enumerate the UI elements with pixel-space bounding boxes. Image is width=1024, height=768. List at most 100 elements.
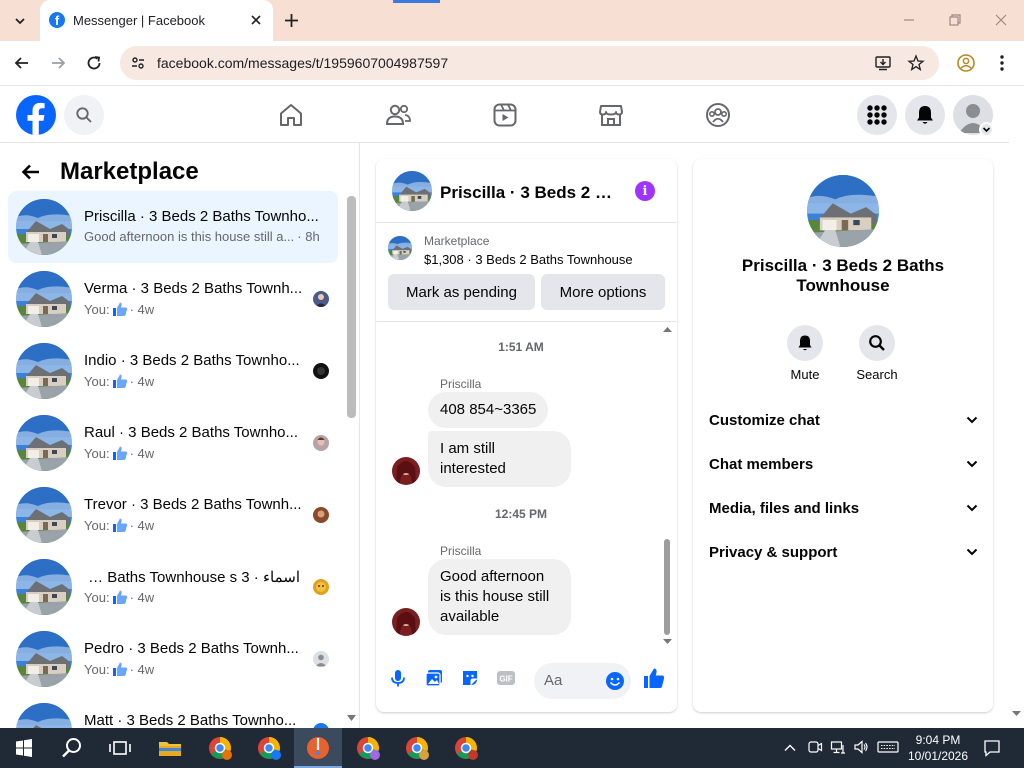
notification-center-icon[interactable] (983, 739, 1001, 757)
conversation-item-raul[interactable]: Raul · 3 Beds 2 Baths Townho... You: · 4… (8, 407, 338, 479)
chrome-profile-icon[interactable] (206, 734, 234, 762)
forward-arrow-icon[interactable] (48, 53, 68, 73)
volume-icon[interactable] (853, 739, 869, 755)
chrome-profile-icon[interactable] (403, 734, 431, 762)
search-action[interactable]: Search (849, 325, 905, 382)
chat-header[interactable]: Priscilla · 3 Beds 2 Ba... i (376, 159, 677, 223)
microphone-icon[interactable] (388, 668, 408, 688)
minimize-icon[interactable] (901, 12, 917, 28)
back-arrow-icon[interactable] (12, 53, 32, 73)
install-app-icon[interactable] (874, 54, 892, 72)
mute-action[interactable]: Mute (777, 325, 833, 382)
message-bubble[interactable]: I am still interested (428, 431, 571, 487)
conversation-preview: You: · 4w (84, 445, 154, 461)
close-tab-icon[interactable] (248, 12, 264, 28)
chat-listing-thumbnail (392, 171, 432, 211)
tray-chevron-up-icon[interactable] (783, 741, 797, 755)
conversation-info-icon[interactable]: i (635, 181, 655, 201)
facebook-logo-icon[interactable] (16, 95, 56, 135)
message-sender: Priscilla (440, 544, 482, 558)
system-clock[interactable]: 9:04 PM 10/01/2026 (903, 732, 973, 764)
menu-button[interactable] (857, 95, 897, 135)
page-scrollbar[interactable] (1009, 87, 1024, 728)
windows-start-icon[interactable] (10, 734, 38, 762)
page-scroll-down-icon[interactable] (1012, 710, 1021, 717)
network-icon[interactable] (830, 739, 846, 755)
message-bubble[interactable]: Good afternoon is this house still avail… (428, 559, 571, 635)
scroll-down-arrow-icon[interactable] (347, 714, 356, 722)
customize-chat-section[interactable]: Customize chat (709, 398, 979, 442)
sticker-icon[interactable] (460, 668, 480, 688)
search-icon (869, 335, 885, 351)
sender-avatar[interactable] (392, 457, 420, 485)
sender-avatar[interactable] (392, 608, 420, 636)
chevron-down-icon (982, 127, 991, 133)
watch-video-icon[interactable] (491, 101, 519, 129)
restore-icon[interactable] (947, 12, 963, 28)
mute-button[interactable] (787, 325, 823, 361)
conversation-preview: You: · 4w (84, 589, 154, 605)
new-tab-icon[interactable] (283, 12, 300, 29)
chrome-profile-icon[interactable] (255, 734, 283, 762)
webcam-icon[interactable] (807, 739, 823, 755)
bookmark-star-icon[interactable] (907, 54, 925, 72)
media-files-links-section[interactable]: Media, files and links (709, 486, 979, 530)
chat-scrollbar[interactable] (664, 539, 670, 635)
message-bubble[interactable]: 408 854~3365 (428, 392, 549, 428)
conversation-item-matt[interactable]: Matt · 3 Beds 2 Baths Townho... (8, 695, 338, 728)
chat-window: Priscilla · 3 Beds 2 Ba... i Marketplace… (376, 159, 677, 712)
attach-photo-icon[interactable] (424, 668, 444, 688)
groups-icon[interactable] (704, 101, 732, 129)
home-icon[interactable] (277, 101, 305, 129)
seen-avatar (313, 507, 329, 523)
conversation-list-scrollbar[interactable] (347, 196, 356, 418)
marketplace-icon[interactable] (597, 101, 625, 129)
conversation-item-pedro[interactable]: Pedro · 3 Beds 2 Baths Townh... You: · 4… (8, 623, 338, 695)
address-bar[interactable]: facebook.com/messages/t/1959607004987597 (120, 46, 939, 80)
browser-menu-icon[interactable] (992, 53, 1012, 73)
privacy-support-section[interactable]: Privacy & support (709, 530, 979, 574)
back-arrow-icon[interactable] (20, 161, 42, 183)
search-label: Search (856, 367, 898, 382)
conversation-item-trevor[interactable]: Trevor · 3 Beds 2 Baths Townh... You: · … (8, 479, 338, 551)
svg-text:GIF: GIF (499, 675, 512, 684)
site-settings-icon[interactable] (130, 55, 146, 71)
browser-tab-messenger[interactable]: f Messenger | Facebook (40, 0, 273, 41)
chat-scroll-down-icon[interactable] (663, 638, 672, 645)
message-input[interactable]: Aa (534, 663, 631, 699)
chrome-profile-icon[interactable] (452, 734, 480, 762)
listing-price-title[interactable]: $1,308 · 3 Beds 2 Baths Townhouse (424, 252, 633, 267)
chrome-profile-icon[interactable] (354, 734, 382, 762)
emoji-icon[interactable] (605, 671, 625, 691)
friends-icon[interactable] (384, 101, 412, 129)
section-label: Privacy & support (709, 543, 838, 561)
send-like-icon[interactable] (643, 667, 665, 689)
notifications-button[interactable] (905, 95, 945, 135)
taskbar-search-icon[interactable] (58, 734, 86, 762)
conversation-name: Priscilla · 3 Beds 2 Baths Townho... (84, 208, 319, 225)
keyboard-icon[interactable] (877, 739, 899, 755)
listing-thumbnail (16, 415, 72, 471)
account-menu-chevron[interactable] (979, 122, 994, 137)
profile-icon[interactable] (956, 53, 976, 73)
conversation-item-priscilla[interactable]: Priscilla · 3 Beds 2 Baths Townho... Goo… (8, 191, 338, 263)
task-view-icon[interactable] (106, 734, 134, 762)
file-explorer-icon[interactable] (156, 734, 184, 762)
search-conversation-button[interactable] (859, 325, 895, 361)
gif-icon[interactable]: GIF (496, 668, 516, 688)
chat-scroll-up-icon[interactable] (663, 326, 672, 333)
close-window-icon[interactable] (993, 12, 1009, 28)
tab-search-button[interactable] (7, 8, 32, 33)
chat-members-section[interactable]: Chat members (709, 442, 979, 486)
bell-icon (798, 335, 812, 351)
facebook-search-button[interactable] (64, 95, 104, 135)
seen-avatar (313, 435, 329, 451)
active-taskbar-app[interactable] (294, 728, 342, 768)
more-options-button[interactable]: More options (541, 274, 665, 310)
reload-icon[interactable] (84, 53, 104, 73)
window-indicator (393, 0, 440, 3)
conversation-item-indio[interactable]: Indio · 3 Beds 2 Baths Townho... You: · … (8, 335, 338, 407)
mark-as-pending-button[interactable]: Mark as pending (388, 274, 535, 310)
conversation-item-asmaa[interactable]: اسماء · 3 Beds 2 Baths Townhouse s... Yo… (8, 551, 338, 623)
conversation-item-verma[interactable]: Verma · 3 Beds 2 Baths Townh... You: · 4… (8, 263, 338, 335)
